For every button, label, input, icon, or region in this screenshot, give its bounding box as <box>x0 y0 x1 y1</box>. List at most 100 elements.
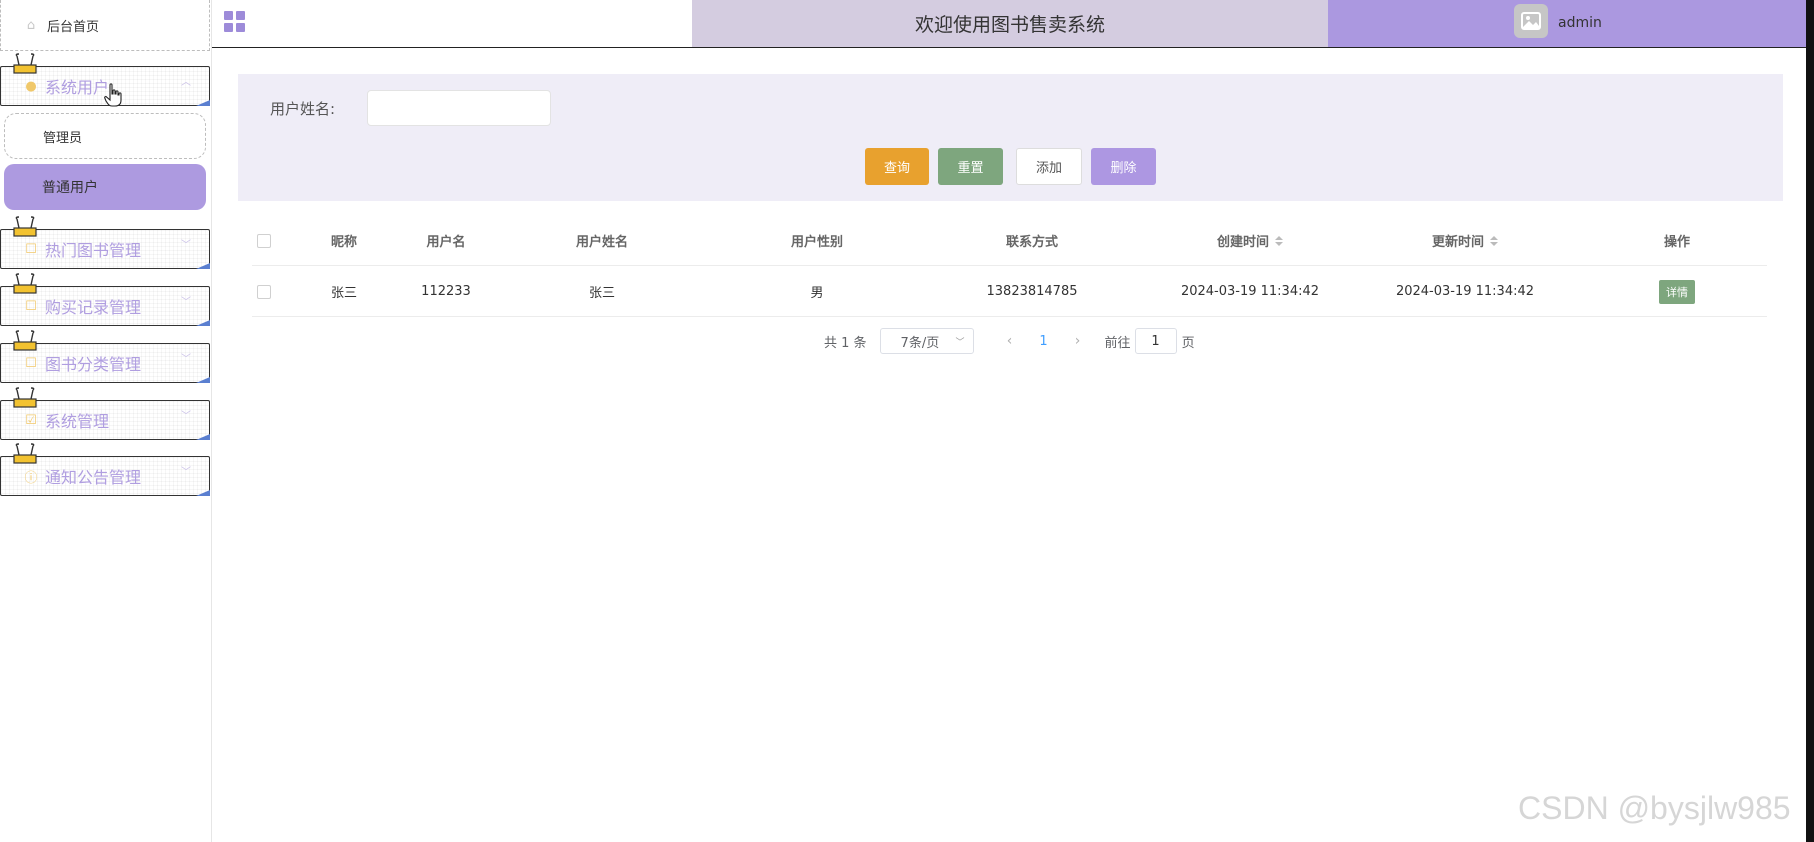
chevron-up-icon: ︿ <box>181 77 191 88</box>
sidebar-group-label: 通知公告管理 <box>45 468 142 487</box>
user-icon: ● <box>25 78 37 94</box>
edit-icon: ☐ <box>25 355 37 371</box>
cell-updated: 2024-03-19 11:34:42 <box>1395 284 1535 299</box>
page-size-value: 7条/页 <box>900 335 940 351</box>
cell-gender: 男 <box>810 286 824 301</box>
sidebar-group-purchase-records[interactable]: ☐ 购买记录管理 ﹀ <box>0 273 210 326</box>
sidebar-item-admin[interactable]: 管理员 <box>4 113 206 159</box>
sidebar-group-label: 系统管理 <box>45 412 110 431</box>
column-header: 用户性别 <box>790 235 843 250</box>
query-button[interactable]: 查询 <box>865 148 929 185</box>
top-header: 欢迎使用图书售卖系统 admin <box>212 0 1814 48</box>
cell-created: 2024-03-19 11:34:42 <box>1180 284 1320 299</box>
column-header-label: 更新时间 <box>1431 235 1484 250</box>
app-root: ⌂ 后台首页 ● 系统用户 ︿ 管理员 普通用户 ☐ 热门图书管理 ﹀ ☐ 购买… <box>0 0 1814 842</box>
corner-fold <box>196 263 210 269</box>
binder-clip-icon <box>13 216 37 237</box>
row-select-cell <box>252 266 276 317</box>
column-header-created[interactable]: 创建时间 <box>1170 215 1330 266</box>
page-title: 欢迎使用图书售卖系统 <box>692 0 1328 47</box>
chevron-down-icon: ﹀ <box>181 240 191 251</box>
goto-label: 前往 <box>1104 335 1131 351</box>
sidebar-item-home[interactable]: ⌂ 后台首页 <box>0 0 210 51</box>
column-header: 操作 <box>1663 235 1690 250</box>
username[interactable]: admin <box>1558 15 1602 31</box>
sidebar-item-normal-user[interactable]: 普通用户 <box>4 164 206 210</box>
sidebar-group-label: 系统用户 <box>45 78 110 97</box>
column-header: 联系方式 <box>1005 235 1058 250</box>
user-area[interactable]: admin <box>1328 0 1814 47</box>
watermark: CSDN @bysjlw985 <box>1518 790 1791 826</box>
reset-button[interactable]: 重置 <box>938 148 1003 185</box>
table-header-row: 昵称 用户名 用户姓名 用户性别 联系方式 创建时间 更新时间 操作 <box>252 215 1767 266</box>
total-count: 共 1 条 <box>824 335 867 351</box>
cell-nickname: 张三 <box>330 286 357 301</box>
sidebar-item-label: 管理员 <box>43 130 83 146</box>
current-page[interactable]: 1 <box>1024 334 1064 349</box>
sidebar-group-hot-books[interactable]: ☐ 热门图书管理 ﹀ <box>0 216 210 269</box>
column-header: 昵称 <box>330 235 357 250</box>
page-size-select[interactable]: 7条/页 ﹀ <box>879 328 974 354</box>
sort-icon[interactable] <box>1275 235 1283 246</box>
user-table: 昵称 用户名 用户姓名 用户性别 联系方式 创建时间 更新时间 操作 张三 11… <box>252 215 1767 317</box>
row-checkbox[interactable] <box>257 284 271 299</box>
goto-page-input[interactable] <box>1134 328 1177 354</box>
chevron-down-icon: ﹀ <box>181 411 191 422</box>
select-all-checkbox[interactable] <box>257 233 271 248</box>
corner-fold <box>196 100 210 106</box>
binder-clip-icon <box>13 53 37 74</box>
corner-fold <box>196 377 210 383</box>
sidebar-group-label: 购买记录管理 <box>45 298 142 317</box>
goto-suffix: 页 <box>1181 335 1195 351</box>
sidebar-item-label: 后台首页 <box>47 19 100 35</box>
edit-icon: ☐ <box>25 298 37 314</box>
sidebar-group-label: 图书分类管理 <box>45 355 142 374</box>
prev-page-icon[interactable]: ‹ <box>996 333 1024 349</box>
search-panel: 用户姓名: 查询 重置 添加 删除 <box>238 74 1783 201</box>
column-header: 用户名 <box>426 235 466 250</box>
menu-toggle-icon[interactable] <box>224 11 246 33</box>
avatar[interactable] <box>1514 4 1548 38</box>
search-label: 用户姓名: <box>270 100 336 118</box>
sidebar-item-label: 普通用户 <box>42 180 98 196</box>
select-all-cell <box>252 215 276 266</box>
chevron-down-icon: ﹀ <box>181 354 191 365</box>
table-row: 张三 112233 张三 男 13823814785 2024-03-19 11… <box>252 266 1767 317</box>
add-button[interactable]: 添加 <box>1016 148 1082 185</box>
cell-action: 详情 <box>1637 266 1717 317</box>
pagination: 共 1 条 7条/页 ﹀ ‹ 1 › 前往 页 <box>824 328 1195 354</box>
delete-button[interactable]: 删除 <box>1091 148 1156 185</box>
sort-icon[interactable] <box>1490 235 1498 246</box>
chevron-down-icon: ﹀ <box>955 338 965 348</box>
window-edge <box>1806 0 1814 842</box>
column-header-label: 创建时间 <box>1216 235 1269 250</box>
info-icon: ⓘ <box>24 470 38 486</box>
cell-realname: 张三 <box>588 286 615 301</box>
edit-icon: ☐ <box>25 241 37 257</box>
next-page-icon[interactable]: › <box>1064 333 1092 349</box>
corner-fold <box>196 434 210 440</box>
home-icon: ⌂ <box>26 17 36 33</box>
corner-fold <box>196 320 210 326</box>
column-header: 用户姓名 <box>575 235 628 250</box>
sidebar-group-notice-management[interactable]: ⓘ 通知公告管理 ﹀ <box>0 443 210 496</box>
binder-clip-icon <box>13 330 37 351</box>
sidebar: ⌂ 后台首页 ● 系统用户 ︿ 管理员 普通用户 ☐ 热门图书管理 ﹀ ☐ 购买… <box>0 0 212 842</box>
image-icon <box>1521 12 1541 30</box>
sidebar-group-system-management[interactable]: ☑ 系统管理 ﹀ <box>0 387 210 440</box>
checklist-icon: ☑ <box>25 412 37 428</box>
sidebar-group-book-category[interactable]: ☐ 图书分类管理 ﹀ <box>0 330 210 383</box>
chevron-down-icon: ﹀ <box>181 297 191 308</box>
detail-button[interactable]: 详情 <box>1659 279 1695 304</box>
search-input[interactable] <box>367 90 551 126</box>
cell-username: 112233 <box>421 284 471 299</box>
binder-clip-icon <box>13 443 37 464</box>
binder-clip-icon <box>13 387 37 408</box>
chevron-down-icon: ﹀ <box>181 467 191 478</box>
sidebar-group-label: 热门图书管理 <box>45 241 142 260</box>
hand-cursor-icon <box>104 83 122 107</box>
corner-fold <box>196 490 210 496</box>
column-header-updated[interactable]: 更新时间 <box>1385 215 1545 266</box>
binder-clip-icon <box>13 273 37 294</box>
cell-phone: 13823814785 <box>986 284 1078 299</box>
